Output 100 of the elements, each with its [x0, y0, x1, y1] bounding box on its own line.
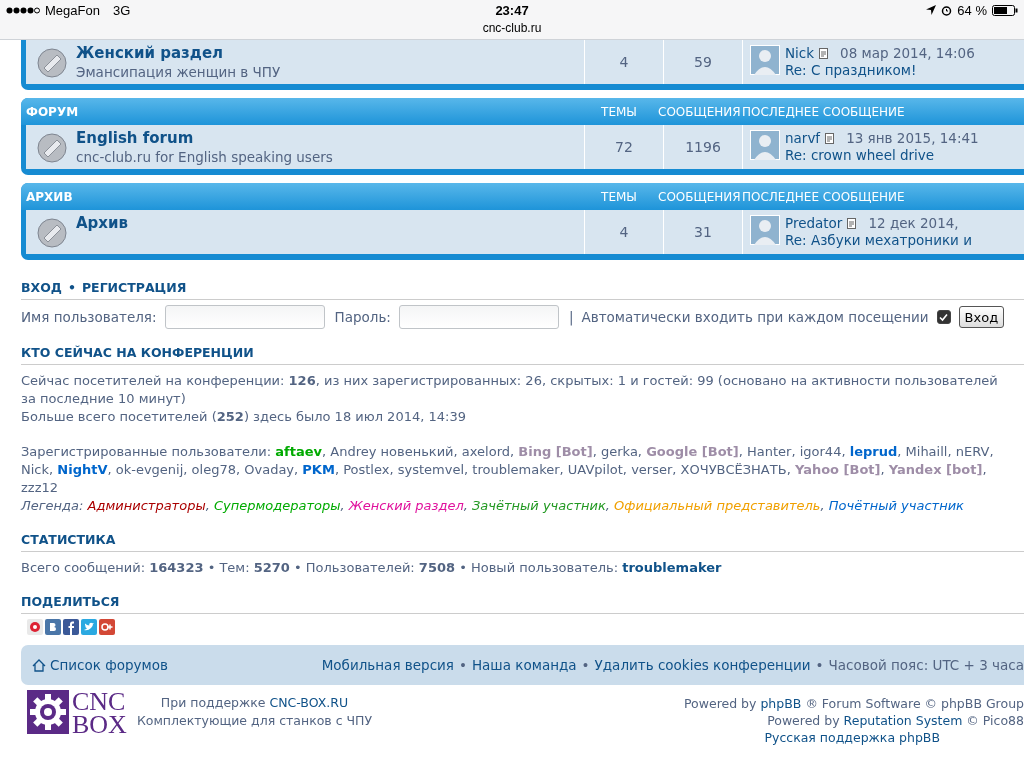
user-link[interactable]: axelord — [461, 444, 511, 459]
view-post-icon[interactable] — [819, 48, 830, 59]
column-header: ПОСЛЕДНЕЕ СООБЩЕНИЕ — [741, 104, 906, 119]
home-icon — [32, 658, 46, 672]
author-link[interactable]: Nick — [785, 45, 815, 62]
network-type: 3G — [112, 2, 131, 18]
group-link[interactable]: Женский раздел — [348, 498, 464, 513]
posts-count: 31 — [663, 210, 742, 254]
bullet-text: • — [458, 657, 467, 673]
comma: , — [340, 498, 345, 513]
credit-link[interactable]: phpBB — [760, 695, 802, 712]
sponsor-link[interactable]: CNC-BOX.RU — [269, 695, 349, 710]
forum-title-link[interactable]: Женский раздел — [76, 44, 281, 63]
sponsor-tagline: Комплектующие для станков с ЧПУ — [136, 712, 373, 730]
comma: , — [183, 462, 188, 477]
avatar-icon — [750, 130, 780, 160]
user-link[interactable]: gerka — [601, 444, 638, 459]
login-link[interactable]: ВХОД — [21, 280, 62, 295]
clock-time: 23:47 — [495, 2, 529, 18]
group-link[interactable]: Зачётный участник — [472, 498, 606, 513]
topics-count: 4 — [584, 210, 663, 254]
separator-text: | — [568, 309, 574, 325]
battery-icon — [992, 4, 1018, 16]
post-subject-link[interactable]: Re: С праздником! — [785, 62, 975, 79]
view-post-icon[interactable] — [825, 133, 836, 144]
facebook-icon[interactable] — [63, 619, 79, 635]
forum-icon — [37, 133, 67, 163]
author-link[interactable]: Predator — [785, 215, 843, 232]
post-date: 12 дек 2014, — [868, 215, 959, 232]
bullet-text: • — [581, 657, 590, 673]
section-heading: ПОДЕЛИТЬСЯ — [21, 594, 1024, 614]
user-link[interactable]: troublemaker — [472, 462, 560, 477]
group-link[interactable]: Администраторы — [87, 498, 206, 513]
record-text: Больше всего посетителей (252) здесь было 18 июл 2014, 14:39 — [21, 408, 467, 426]
group-link[interactable]: Почётный участник — [828, 498, 964, 513]
post-date: 13 янв 2015, 14:41 — [846, 130, 979, 147]
user-link[interactable]: ok-evgenij — [115, 462, 184, 477]
user-link[interactable]: Andrey новенький — [330, 444, 454, 459]
comma: , — [791, 444, 796, 459]
footer-link[interactable]: Наша команда — [471, 657, 577, 673]
username-field[interactable] — [164, 305, 325, 329]
comma: , — [294, 462, 299, 477]
credit-link[interactable]: Русская поддержка phpBB — [764, 729, 940, 746]
author-link[interactable]: narvf — [785, 130, 821, 147]
user-link[interactable]: oleg78 — [191, 462, 236, 477]
user-link[interactable]: igor44 — [799, 444, 842, 459]
address-bar-url[interactable]: cnc-club.ru — [462, 20, 562, 36]
user-link[interactable]: Hanter — [747, 444, 792, 459]
share-icon[interactable] — [27, 619, 43, 635]
user-link[interactable]: nERV — [955, 444, 990, 459]
footer-link[interactable]: Мобильная версия — [321, 657, 454, 673]
credit-link[interactable]: Reputation System — [843, 712, 963, 729]
column-header: ПОСЛЕДНЕЕ СООБЩЕНИЕ — [741, 189, 906, 204]
autologin-checkbox[interactable] — [936, 310, 951, 324]
user-link[interactable]: systemvel — [397, 462, 465, 477]
forum-description: Эмансипация женщин в ЧПУ — [76, 63, 281, 81]
battery-percent: 64 % — [957, 2, 987, 18]
forum-index-link[interactable]: Список форумов — [50, 657, 168, 673]
user-link[interactable]: PKM — [302, 462, 335, 477]
comma: , — [841, 444, 846, 459]
user-link[interactable]: verser — [631, 462, 673, 477]
post-subject-link[interactable]: Re: Азбуки мехатроники и — [785, 232, 972, 249]
user-link[interactable]: Nick — [21, 462, 49, 477]
comma: , — [672, 462, 677, 477]
user-link[interactable]: Postlex — [343, 462, 390, 477]
group-link[interactable]: Супермодераторы — [213, 498, 341, 513]
user-link[interactable]: Ovaday — [244, 462, 295, 477]
user-link[interactable]: NightV — [57, 462, 108, 477]
credit-text: Powered by — [767, 712, 840, 729]
topics-count: 4 — [584, 40, 663, 84]
new-user-link[interactable]: troublemaker — [622, 560, 722, 575]
user-link[interactable]: UAVpilot — [567, 462, 623, 477]
comma: , — [321, 444, 327, 459]
password-label: Пароль: — [334, 309, 391, 325]
comma: , — [389, 462, 394, 477]
sponsor-text: При поддержке CNC-BOX.RU — [159, 694, 350, 712]
credit-text: © Pico88 — [966, 712, 1024, 729]
comma: , — [605, 498, 610, 513]
register-link[interactable]: РЕГИСТРАЦИЯ — [81, 280, 187, 295]
forum-title-link[interactable]: Архив — [76, 214, 129, 233]
comma: , — [982, 462, 987, 477]
logo-text: CNC — [72, 690, 127, 713]
password-field[interactable] — [398, 305, 559, 329]
login-button[interactable]: Вход — [958, 306, 1005, 328]
column-header: ТЕМЫ — [600, 189, 638, 204]
user-link[interactable]: Mihaill — [905, 444, 948, 459]
autologin-label: Автоматически входить при каждом посещении — [581, 309, 929, 325]
post-subject-link[interactable]: Re: crown wheel drive — [785, 147, 979, 164]
forum-title-link[interactable]: English forum — [76, 129, 333, 148]
google-plus-icon[interactable] — [99, 619, 115, 635]
user-link[interactable]: zzz12 — [21, 480, 58, 495]
posts-count: 1196 — [663, 125, 742, 169]
alarm-icon — [941, 4, 953, 16]
comma: , — [820, 498, 825, 513]
user-link[interactable]: ХОЧУВСЁЗНАТЬ — [680, 462, 787, 477]
vk-icon[interactable] — [45, 619, 61, 635]
footer-link[interactable]: Удалить cookies конференции — [594, 657, 811, 673]
column-header: ТЕМЫ — [600, 104, 638, 119]
forum-icon — [37, 48, 67, 78]
view-post-icon[interactable] — [847, 218, 858, 229]
